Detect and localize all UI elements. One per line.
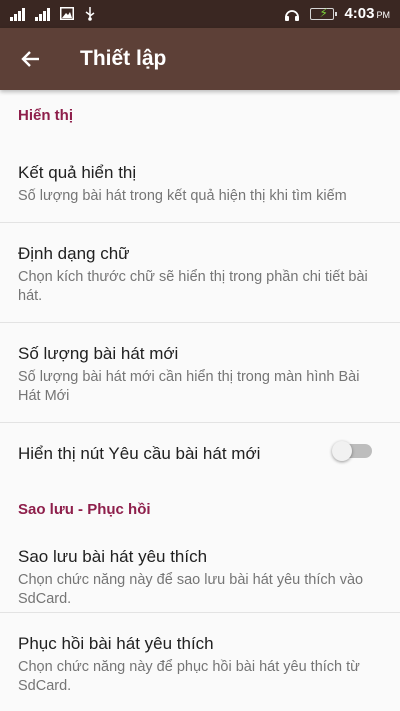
pref-title: Kết quả hiển thị — [18, 163, 137, 182]
status-bar: ⚡ 4:03 PM — [0, 0, 400, 28]
image-icon — [60, 7, 74, 20]
status-right-icons: ⚡ 4:03 PM — [284, 5, 390, 22]
arrow-back-icon — [21, 51, 39, 67]
switch-thumb — [332, 441, 352, 461]
app-bar: Thiết lập — [0, 28, 400, 90]
pref-request-button-toggle[interactable]: Hiển thị nút Yêu cầu bài hát mới — [0, 423, 400, 483]
settings-list: Hiển thị Kết quả hiển thị Số lượng bài h… — [0, 90, 400, 711]
pref-title: Số lượng bài hát mới — [18, 344, 179, 363]
charging-icon: ⚡ — [319, 5, 328, 20]
section-header-backup: Sao lưu - Phục hồi — [18, 501, 151, 518]
pref-font-format[interactable]: Định dạng chữ Chọn kích thước chữ sẽ hiể… — [0, 223, 400, 323]
pref-restore-favorites[interactable]: Phục hồi bài hát yêu thích Chọn chức năn… — [0, 613, 400, 711]
page-title: Thiết lập — [80, 47, 167, 70]
request-button-switch[interactable] — [332, 441, 372, 461]
usb-icon — [85, 7, 95, 21]
back-button[interactable] — [14, 42, 48, 76]
headphones-icon — [285, 9, 300, 21]
pref-title: Sao lưu bài hát yêu thích — [18, 547, 208, 566]
status-left-icons — [10, 6, 96, 21]
section-header-display: Hiển thị — [18, 107, 73, 124]
pref-backup-favorites[interactable]: Sao lưu bài hát yêu thích Chọn chức năng… — [0, 524, 400, 613]
pref-title: Định dạng chữ — [18, 244, 130, 263]
pref-summary: Chọn chức năng này để sao lưu bài hát yê… — [18, 572, 364, 607]
pref-results-display[interactable]: Kết quả hiển thị Số lượng bài hát trong … — [0, 130, 400, 223]
status-clock: 4:03 PM — [344, 5, 390, 22]
battery-icon: ⚡ — [310, 5, 338, 20]
pref-summary: Số lượng bài hát trong kết quả hiện thị … — [18, 188, 347, 204]
signal-2-icon — [35, 7, 50, 21]
pref-summary: Chọn chức năng này để phục hồi bài hát y… — [18, 659, 360, 694]
pref-summary: Chọn kích thước chữ sẽ hiển thị trong ph… — [18, 269, 368, 304]
pref-title: Phục hồi bài hát yêu thích — [18, 634, 214, 653]
pref-title: Hiển thị nút Yêu cầu bài hát mới — [18, 444, 261, 463]
signal-icon — [10, 7, 25, 21]
pref-new-songs-count[interactable]: Số lượng bài hát mới Số lượng bài hát mớ… — [0, 323, 400, 423]
pref-summary: Số lượng bài hát mới cần hiển thị trong … — [18, 369, 360, 404]
